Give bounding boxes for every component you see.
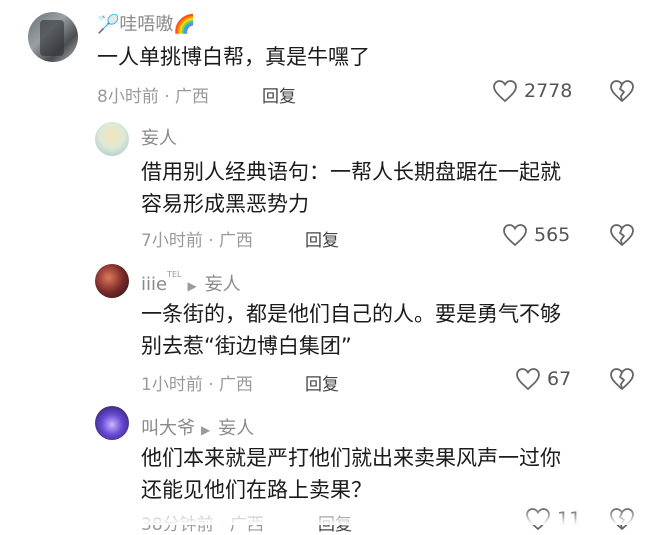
like-button[interactable]: 2778: [492, 79, 572, 103]
comment-text: 容易形成黑恶势力: [141, 192, 309, 216]
dislike-button[interactable]: [609, 79, 635, 103]
comment-text: 一条街的，都是他们自己的人。要是勇气不够: [141, 302, 561, 326]
comment-meta: 7小时前 · 广西: [141, 231, 254, 251]
comment-text: 借用别人经典语句：一帮人长期盘踞在一起就: [141, 160, 561, 184]
like-button[interactable]: 565: [502, 223, 570, 247]
comment-author[interactable]: iiie: [141, 274, 167, 295]
dislike-button[interactable]: [609, 367, 635, 391]
reply-to-author[interactable]: 妄人: [205, 274, 241, 295]
broken-heart-icon: [610, 224, 634, 246]
reply-arrow-icon: ▶: [201, 423, 211, 437]
like-count: 67: [547, 368, 572, 390]
comment-author[interactable]: 🏸哇唔嗷🌈: [97, 10, 196, 36]
broken-heart-icon: [610, 80, 634, 102]
comment-meta: 8小时前 · 广西: [97, 87, 210, 107]
dislike-button[interactable]: [609, 223, 635, 247]
avatar[interactable]: [95, 406, 129, 440]
bottom-fade: [0, 508, 660, 525]
heart-icon: [516, 368, 540, 391]
comment-text: 别去惹“街边博白集团”: [141, 334, 352, 358]
heart-icon: [493, 80, 517, 103]
avatar[interactable]: [95, 264, 129, 298]
comment-text: 他们本来就是严打他们就出来卖果风声一过你: [141, 446, 561, 470]
comment-author[interactable]: 叫大爷: [141, 418, 195, 439]
reply-button[interactable]: 回复: [262, 82, 296, 107]
heart-icon: [503, 224, 527, 247]
comment-meta: 1小时前 · 广西: [141, 375, 254, 395]
comment-text: 还能见他们在路上卖果？: [141, 478, 372, 502]
comment-author[interactable]: 妄人: [141, 124, 177, 150]
reply-arrow-icon: ▶: [187, 279, 197, 293]
avatar[interactable]: [95, 122, 129, 156]
comment-author-line: iiieTEL ▶ 妄人: [141, 270, 241, 296]
avatar[interactable]: [28, 12, 78, 62]
reply-button[interactable]: 回复: [305, 226, 339, 251]
broken-heart-icon: [610, 368, 634, 390]
like-count: 565: [534, 224, 571, 246]
like-count: 2778: [524, 80, 573, 102]
author-badge: TEL: [167, 270, 182, 279]
reply-button[interactable]: 回复: [305, 370, 339, 395]
like-button[interactable]: 67: [515, 367, 571, 391]
comment-author-line: 叫大爷 ▶ 妄人: [141, 414, 254, 440]
comment-text: 一人单挑博白帮，真是牛嘿了: [97, 45, 370, 69]
reply-to-author[interactable]: 妄人: [218, 418, 254, 439]
